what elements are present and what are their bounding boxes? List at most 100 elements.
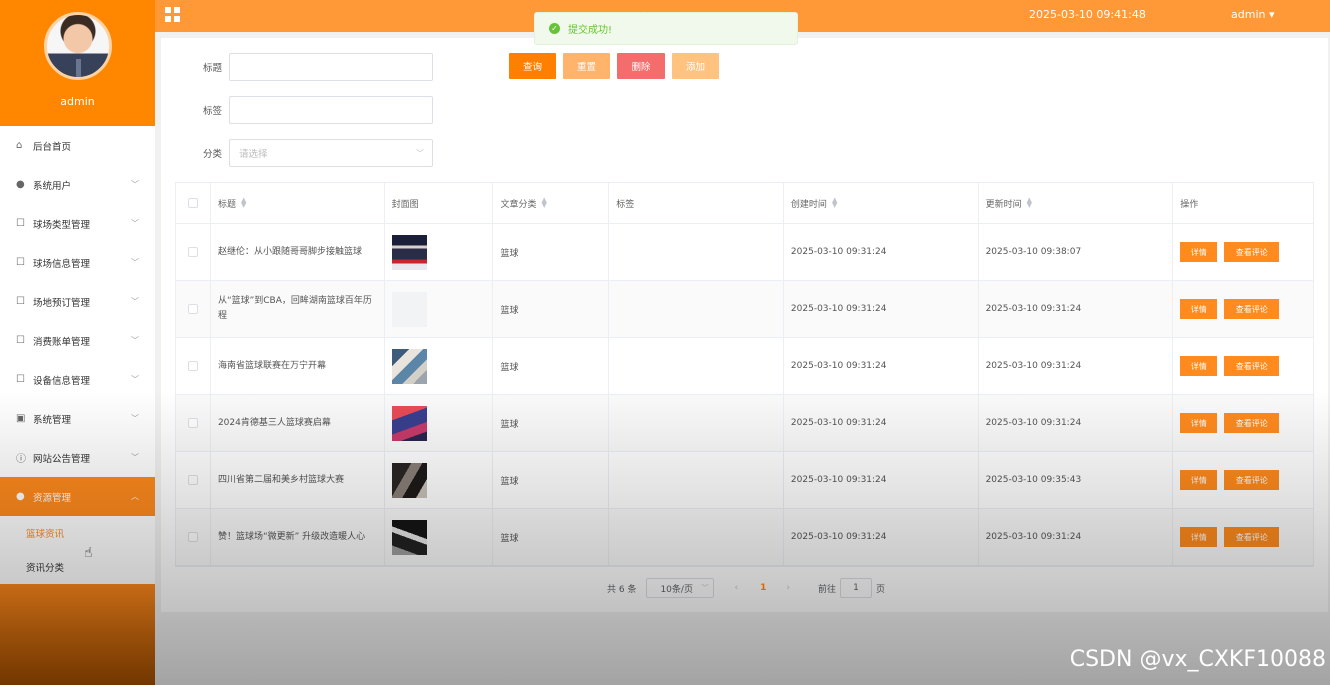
detail-button[interactable]: 详情: [1180, 299, 1218, 319]
sidebar-item-bookings[interactable]: ☐ 场地预订管理 ﹀: [0, 282, 155, 321]
page-size-select[interactable]: 10条/页 ﹀: [646, 578, 715, 598]
row-updated: 2025-03-10 09:31:24: [979, 395, 1174, 451]
view-comments-button[interactable]: 查看评论: [1224, 356, 1280, 376]
row-checkbox[interactable]: [187, 361, 198, 371]
header-category[interactable]: 文章分类 ▲ ▼: [493, 183, 610, 223]
row-cover: [385, 224, 494, 280]
row-title-text: 赵继伦：从小跟随哥哥脚步接触篮球: [217, 246, 362, 257]
header-label: 封面图: [391, 199, 419, 210]
row-checkbox[interactable]: [187, 532, 198, 542]
cover-thumbnail[interactable]: [391, 234, 427, 270]
row-title-text: 2024肯德基三人篮球赛启幕: [217, 417, 331, 428]
table-row: 2024肯德基三人篮球赛启幕 篮球 2025-03-10 09:31:24 20…: [176, 395, 1313, 452]
view-comments-button[interactable]: 查看评论: [1224, 413, 1280, 433]
sidebar-item-label: 系统管理: [33, 414, 72, 426]
sidebar-subitem-news-category[interactable]: 资讯分类: [0, 550, 155, 584]
row-updated: 2025-03-10 09:31:24: [979, 281, 1174, 337]
view-comments-button[interactable]: 查看评论: [1224, 242, 1280, 262]
sidebar-item-label: 球场信息管理: [33, 258, 91, 270]
sort-icon[interactable]: ▲ ▼: [541, 197, 546, 209]
row-title-text: 赞！篮球场“微更新” 升级改造暖人心: [217, 531, 366, 542]
sidebar-item-label: 消费账单管理: [33, 336, 91, 348]
menu-grid-icon[interactable]: [165, 7, 180, 22]
goto-page-input[interactable]: 1: [839, 578, 872, 598]
header-updated[interactable]: 更新时间 ▲ ▼: [979, 183, 1174, 223]
sidebar-item-bills[interactable]: ☐ 消费账单管理 ﹀: [0, 321, 155, 360]
delete-button[interactable]: 删除: [617, 53, 665, 79]
cover-thumbnail[interactable]: [391, 405, 427, 441]
detail-button[interactable]: 详情: [1180, 356, 1218, 376]
query-button[interactable]: 查询: [509, 53, 556, 79]
row-title: 从“篮球”到CBA，回眸湖南篮球百年历程: [211, 281, 385, 337]
title-input[interactable]: [229, 53, 433, 81]
row-title: 四川省第二届和美乡村篮球大赛: [211, 452, 385, 508]
add-button[interactable]: 添加: [672, 53, 719, 79]
row-created: 2025-03-10 09:31:24: [784, 509, 979, 565]
sort-icon[interactable]: ▲ ▼: [832, 197, 837, 209]
next-page-icon[interactable]: ›: [786, 583, 790, 593]
sidebar-item-court-info[interactable]: ☐ 球场信息管理 ﹀: [0, 243, 155, 282]
sort-icon[interactable]: ▲ ▼: [1027, 197, 1032, 209]
user-dropdown[interactable]: admin ▾: [1231, 8, 1275, 21]
current-datetime: 2025-03-10 09:41:48: [1029, 8, 1146, 21]
detail-button[interactable]: 详情: [1180, 470, 1218, 490]
cover-thumbnail[interactable]: [391, 348, 427, 384]
sort-icon[interactable]: ▲ ▼: [241, 197, 246, 209]
user-icon: ●: [16, 179, 25, 190]
pagination: 共 6 条 10条/页 ﹀ ‹ 1 › 前往 1 页: [607, 578, 885, 598]
sidebar-item-system[interactable]: ▣ 系统管理 ﹀: [0, 399, 155, 438]
sidebar-item-court-types[interactable]: ☐ 球场类型管理 ﹀: [0, 204, 155, 243]
chevron-down-icon: ﹀: [701, 584, 709, 592]
page-number-current[interactable]: 1: [760, 583, 766, 593]
select-all-checkbox[interactable]: [187, 198, 198, 208]
reset-button[interactable]: 重置: [563, 53, 610, 79]
avatar[interactable]: [43, 12, 112, 80]
sidebar-item-equipment[interactable]: ☐ 设备信息管理 ﹀: [0, 360, 155, 399]
prev-page-icon[interactable]: ‹: [734, 583, 738, 593]
pointer-cursor-icon: ☝: [84, 545, 93, 561]
view-comments-button[interactable]: 查看评论: [1224, 299, 1280, 319]
row-checkbox[interactable]: [187, 247, 198, 257]
edit-icon: ☐: [16, 296, 25, 307]
goto-suffix: 页: [875, 584, 885, 595]
category-filter-label: 分类: [202, 149, 222, 160]
category-placeholder: 请选择: [239, 149, 268, 160]
cover-thumbnail[interactable]: [391, 291, 427, 327]
row-category: 篮球: [493, 338, 610, 394]
cover-thumbnail[interactable]: [391, 519, 427, 555]
row-category: 篮球: [493, 224, 610, 280]
detail-button[interactable]: 详情: [1180, 242, 1218, 262]
row-checkbox[interactable]: [187, 475, 198, 485]
sidebar-item-announcements[interactable]: ⓘ 网站公告管理 ﹀: [0, 438, 155, 477]
tag-input[interactable]: [229, 96, 433, 124]
sidebar-item-system-users[interactable]: ● 系统用户 ﹀: [0, 165, 155, 204]
row-tag: [609, 338, 784, 394]
detail-button[interactable]: 详情: [1180, 413, 1218, 433]
view-comments-button[interactable]: 查看评论: [1224, 527, 1280, 547]
check-circle-icon: ✓: [549, 23, 560, 34]
row-updated: 2025-03-10 09:31:24: [979, 509, 1174, 565]
view-comments-button[interactable]: 查看评论: [1224, 470, 1280, 490]
cover-thumbnail[interactable]: [391, 462, 427, 498]
row-checkbox[interactable]: [187, 418, 198, 428]
row-tag: [609, 395, 784, 451]
header-created[interactable]: 创建时间 ▲ ▼: [784, 183, 979, 223]
row-created: 2025-03-10 09:31:24: [784, 338, 979, 394]
home-icon: ⌂: [16, 140, 23, 151]
category-select[interactable]: 请选择 ﹀: [229, 139, 433, 167]
sidebar-item-label: 后台首页: [33, 141, 72, 153]
location-icon: ●: [16, 491, 25, 502]
sidebar-subitem-basketball-news[interactable]: 篮球资讯: [0, 516, 155, 550]
table-row: 赵继伦：从小跟随哥哥脚步接触篮球 篮球 2025-03-10 09:31:24 …: [176, 224, 1313, 281]
table-row: 海南省篮球联赛在万宁开幕 篮球 2025-03-10 09:31:24 2025…: [176, 338, 1313, 395]
detail-button[interactable]: 详情: [1180, 527, 1218, 547]
row-title: 海南省篮球联赛在万宁开幕: [211, 338, 385, 394]
edit-icon: ☐: [16, 218, 25, 229]
row-tag: [609, 224, 784, 280]
row-checkbox[interactable]: [187, 304, 198, 314]
sidebar-item-label: 场地预订管理: [33, 297, 91, 309]
sidebar-item-dashboard[interactable]: ⌂ 后台首页: [0, 126, 155, 165]
header-title[interactable]: 标题 ▲ ▼: [211, 183, 385, 223]
row-category: 篮球: [493, 281, 610, 337]
sidebar-item-resources[interactable]: ● 资源管理 ︿: [0, 477, 155, 516]
